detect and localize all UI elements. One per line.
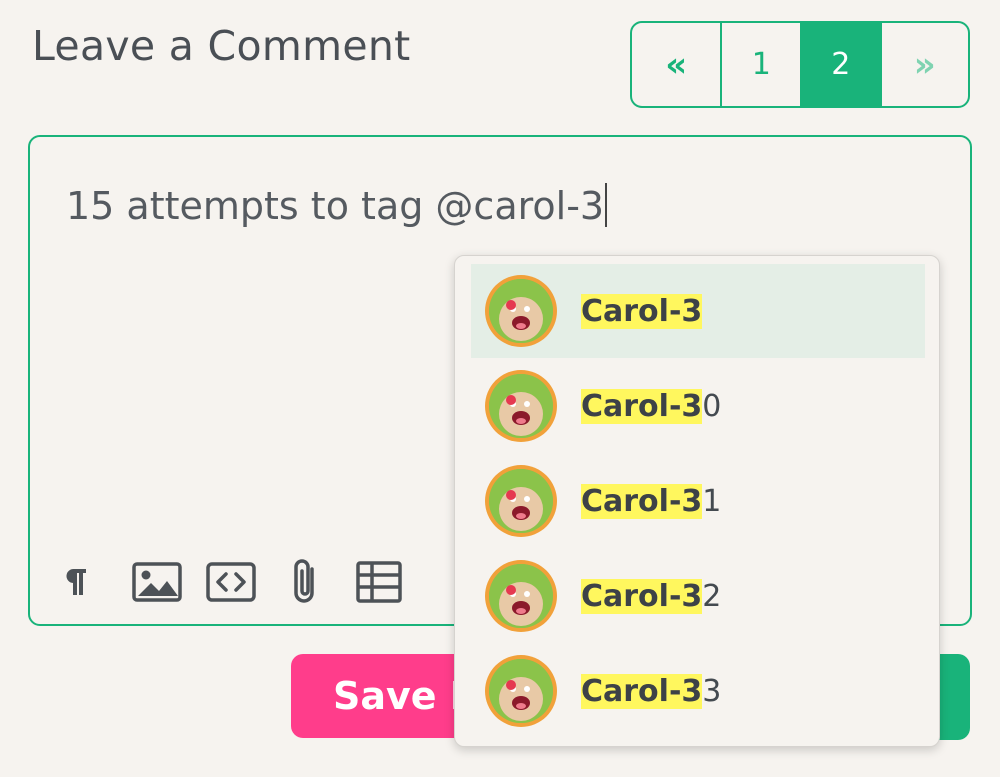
comment-text-content: 15 attempts to tag @carol-3 <box>66 184 605 228</box>
avatar <box>485 370 557 442</box>
pagination-page-2[interactable]: 2 <box>800 23 880 106</box>
text-caret <box>605 183 608 227</box>
mention-item[interactable]: Carol-3 <box>471 264 925 358</box>
comment-text[interactable]: 15 attempts to tag @carol-3 <box>66 183 608 228</box>
mention-item[interactable]: Carol-30 <box>471 359 925 453</box>
mention-name: Carol-30 <box>581 388 722 424</box>
mention-item[interactable]: Carol-31 <box>471 454 925 548</box>
avatar <box>485 275 557 347</box>
avatar <box>485 560 557 632</box>
mention-name: Carol-33 <box>581 673 722 709</box>
avatar <box>485 465 557 537</box>
pagination-prev-button[interactable]: « <box>632 23 720 106</box>
page-title: Leave a Comment <box>32 22 411 70</box>
pagination-next-button[interactable]: » <box>879 23 968 106</box>
mention-name: Carol-31 <box>581 483 722 519</box>
editor-toolbar <box>64 557 428 607</box>
attachment-icon[interactable] <box>280 557 330 607</box>
mention-name: Carol-3 <box>581 293 703 329</box>
table-icon[interactable] <box>354 557 404 607</box>
avatar <box>485 655 557 727</box>
mention-dropdown: Carol-3 Carol-30 Carol-31 Carol-32 Carol… <box>454 255 940 747</box>
pagination: « 1 2 » <box>630 21 970 108</box>
image-icon[interactable] <box>132 557 182 607</box>
code-icon[interactable] <box>206 557 256 607</box>
paragraph-icon[interactable] <box>64 557 88 607</box>
mention-item[interactable]: Carol-33 <box>471 644 925 738</box>
mention-item[interactable]: Carol-32 <box>471 549 925 643</box>
mention-name: Carol-32 <box>581 578 722 614</box>
pagination-page-1[interactable]: 1 <box>720 23 800 106</box>
